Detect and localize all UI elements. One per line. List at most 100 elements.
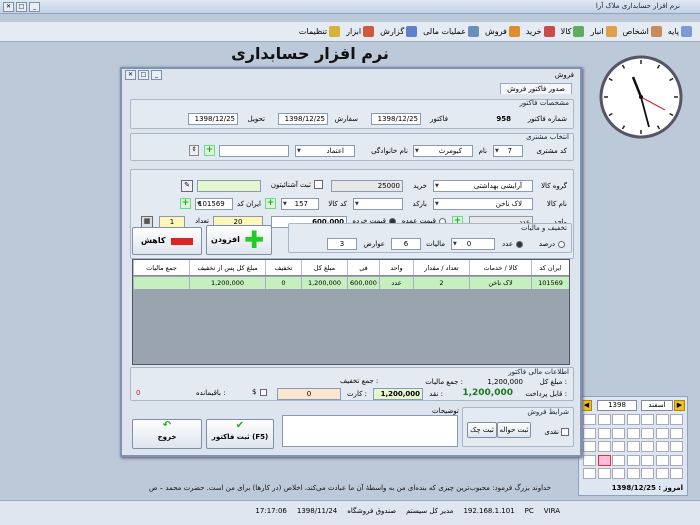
calendar-day-cell[interactable] — [626, 427, 640, 439]
menu-item-0[interactable]: پایه — [668, 26, 692, 37]
calendar-day-cell[interactable] — [612, 441, 625, 452]
customer-search-input[interactable] — [219, 145, 289, 157]
discount-value-select[interactable]: 0 — [451, 238, 495, 250]
calendar-day-cell[interactable] — [670, 454, 683, 466]
calendar-day-cell[interactable] — [641, 414, 654, 425]
calendar-day-cell[interactable] — [670, 427, 683, 439]
calendar-day-cell[interactable] — [597, 427, 611, 439]
next-month-arrow-icon[interactable]: ▶ — [674, 400, 685, 411]
calendar-day-cell[interactable] — [626, 414, 640, 425]
cash-field[interactable]: 1,200,000 — [373, 388, 423, 400]
customer-spin-icon[interactable]: ⇕ — [189, 145, 199, 156]
calendar-day-cell[interactable] — [641, 454, 654, 466]
delivery-date-field[interactable]: 1398/12/25 — [188, 113, 238, 125]
calendar-day-cell[interactable] — [597, 441, 611, 452]
calendar-day-cell[interactable] — [641, 427, 654, 439]
menu-item-8[interactable]: ابزار — [346, 26, 375, 37]
table-row[interactable]: 101569 لاک ناخن 2 عدد 600,000 1,200,000 0 1,200… — [133, 277, 569, 289]
calendar-day-cell[interactable] — [612, 427, 625, 439]
calendar-day-cell[interactable] — [655, 414, 669, 425]
duty-field[interactable]: 3 — [327, 238, 357, 250]
calendar-day-cell[interactable] — [655, 441, 669, 452]
iran-code-select[interactable]: 101569 — [195, 198, 233, 210]
menu-item-2[interactable]: انبار — [590, 26, 617, 37]
calendar-day-cell[interactable] — [641, 468, 654, 479]
calendar-day-cell[interactable] — [670, 468, 683, 479]
customer-family-select[interactable]: اعتماد — [295, 145, 355, 157]
percent-radio[interactable] — [558, 241, 565, 248]
register-field[interactable] — [197, 180, 261, 192]
calendar-day-cell[interactable] — [583, 441, 596, 452]
calendar-day-cell[interactable] — [612, 414, 625, 425]
calendar-day-cell[interactable] — [612, 468, 625, 479]
calendar-month[interactable]: اسفند — [641, 400, 673, 411]
add-goods-button[interactable]: + — [265, 198, 276, 209]
card-field[interactable]: 0 — [277, 388, 341, 400]
close-button[interactable]: ✕ — [3, 2, 14, 12]
calendar-day-cell[interactable] — [583, 427, 596, 439]
calendar-day-cell[interactable] — [597, 454, 611, 466]
column-header[interactable]: تخفیف — [265, 260, 301, 275]
goods-name-select[interactable]: لاک ناخن — [433, 198, 533, 210]
add-customer-button[interactable]: + — [204, 145, 215, 156]
prev-month-arrow-icon[interactable]: ◀ — [581, 400, 592, 411]
order-date-field[interactable]: 1398/12/25 — [278, 113, 328, 125]
add-iran-code-button[interactable]: + — [180, 198, 191, 209]
tab-issue-invoice[interactable]: صدور فاکتور فروش — [500, 83, 572, 94]
column-header[interactable]: تعداد / مقدار — [413, 260, 469, 275]
each-radio[interactable] — [516, 241, 523, 248]
edit-icon[interactable]: ✎ — [181, 180, 193, 192]
column-header[interactable]: فی — [347, 260, 379, 275]
menu-item-9[interactable]: تنظیمات — [299, 26, 341, 37]
calendar-day-cell[interactable] — [626, 454, 640, 466]
calendar-day-cell[interactable] — [655, 454, 669, 466]
calendar-year[interactable]: 1398 — [597, 400, 637, 411]
tax-field[interactable]: 6 — [391, 238, 421, 250]
dialog-close-button[interactable]: ✕ — [125, 70, 136, 80]
menu-item-4[interactable]: خرید — [526, 26, 555, 37]
remove-button[interactable]: کاهش — [132, 227, 202, 255]
calendar-day-cell[interactable] — [597, 468, 611, 479]
column-header[interactable]: ایران کد — [531, 260, 569, 275]
column-header[interactable]: کالا / خدمات — [469, 260, 531, 275]
invoice-date-field[interactable]: 1398/12/25 — [371, 113, 421, 125]
calendar-day-cell[interactable] — [655, 468, 669, 479]
dialog-max-button[interactable]: □ — [138, 70, 149, 80]
calendar-day-cell[interactable] — [597, 414, 611, 425]
transfer-button[interactable]: ثبت حواله — [497, 422, 531, 438]
calendar-day-cell[interactable] — [670, 414, 683, 425]
calendar-day-cell[interactable] — [626, 441, 640, 452]
maximize-button[interactable]: □ — [16, 2, 27, 12]
column-header[interactable]: واحد — [379, 260, 413, 275]
column-header[interactable]: جمع مالیات — [133, 260, 189, 275]
save-invoice-button[interactable]: ✔ ثبت فاکتور (F5) — [206, 419, 274, 449]
add-button[interactable]: ✚ افزودن — [206, 225, 272, 255]
calendar-day-cell[interactable] — [612, 454, 625, 466]
dialog-min-button[interactable]: _ — [151, 70, 162, 80]
register-checkbox[interactable] — [314, 180, 323, 189]
menu-item-3[interactable]: کالا — [561, 26, 585, 37]
invoice-items-table[interactable]: ایران کد کالا / خدمات تعداد / مقدار واحد فی م… — [132, 259, 570, 365]
menu-item-6[interactable]: عملیات مالی — [423, 26, 479, 37]
calendar-day-cell[interactable] — [583, 414, 596, 425]
calendar-day-cell[interactable] — [641, 441, 654, 452]
calendar-day-cell[interactable] — [626, 468, 640, 479]
calendar-day-cell[interactable] — [655, 427, 669, 439]
calendar-day-cell[interactable] — [583, 454, 596, 466]
calendar-day-cell[interactable] — [583, 468, 596, 479]
cash-checkbox[interactable] — [561, 428, 569, 436]
goods-group-select[interactable]: آرایشی بهداشتی — [433, 180, 533, 192]
remain-checkbox[interactable] — [260, 389, 267, 396]
menu-item-5[interactable]: فروش — [485, 26, 520, 37]
customer-code-select[interactable]: 7 — [493, 145, 523, 157]
customer-name-select[interactable]: کیومرث — [413, 145, 473, 157]
column-header[interactable]: مبلغ کل — [301, 260, 347, 275]
check-button[interactable]: ثبت چک — [467, 422, 497, 438]
menu-item-1[interactable]: اشخاص — [623, 26, 662, 37]
calendar-day-cell[interactable] — [670, 441, 683, 452]
exit-button[interactable]: ↶ خروج — [132, 419, 202, 449]
goods-code-select[interactable]: 157 — [281, 198, 319, 210]
minimize-button[interactable]: _ — [29, 2, 40, 12]
notes-textarea[interactable] — [282, 415, 458, 447]
barcode-select[interactable] — [353, 198, 403, 210]
